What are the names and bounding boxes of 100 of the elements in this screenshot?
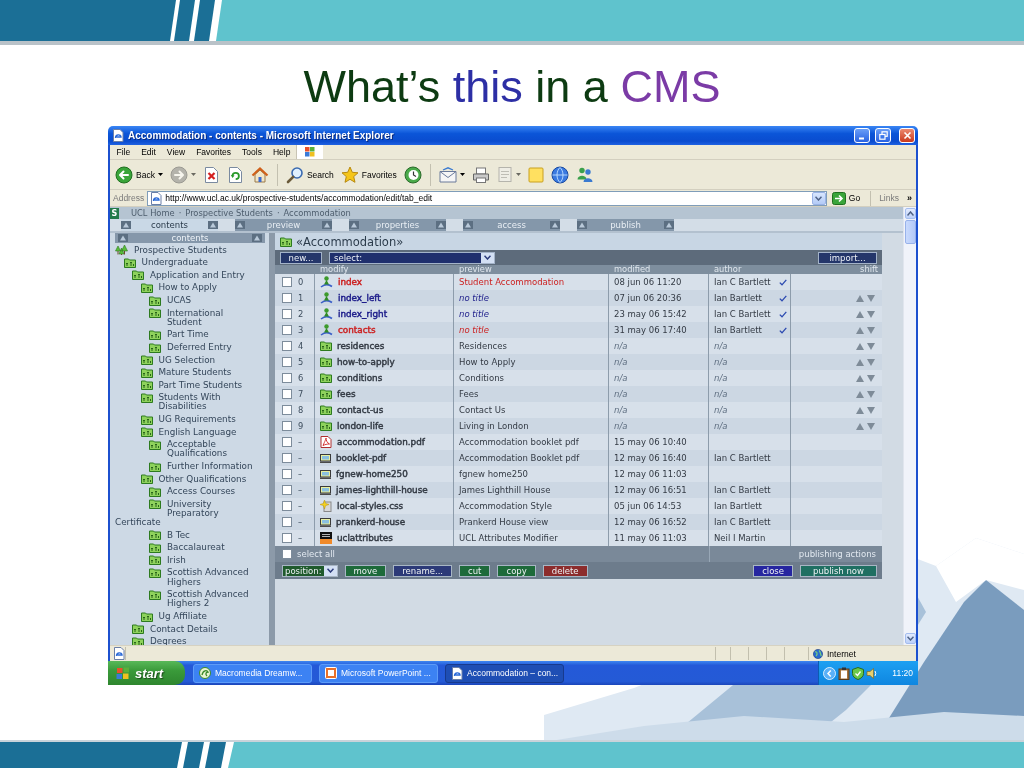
dropdown-button[interactable] [811, 191, 826, 205]
down-arrow-icon[interactable] [867, 374, 875, 382]
item-link[interactable]: uclattributes [337, 533, 393, 543]
shield-icon[interactable] [852, 666, 864, 680]
close-button[interactable] [899, 128, 915, 143]
tree-item[interactable]: UCAS [115, 294, 257, 307]
checkbox[interactable] [282, 533, 292, 543]
menu-item[interactable]: Edit [135, 145, 162, 159]
down-arrow-icon[interactable] [867, 310, 875, 318]
address-field[interactable]: http://www.ucl.ac.uk/prospective-students/accommodation/edit/tab_edit [147, 190, 827, 206]
down-arrow-icon[interactable] [867, 422, 875, 430]
checkbox[interactable] [282, 549, 292, 559]
tree-item[interactable]: University Preparatory Certificate [115, 498, 257, 529]
action-button[interactable]: cut [459, 564, 491, 577]
checkbox[interactable] [282, 357, 292, 367]
checkbox[interactable] [282, 453, 292, 463]
minimize-button[interactable] [854, 128, 870, 143]
restore-button[interactable] [875, 128, 891, 143]
item-link[interactable]: fees [337, 389, 356, 399]
checkbox[interactable] [282, 309, 292, 319]
tree-item[interactable]: Prospective Students [115, 244, 257, 257]
tree-item[interactable]: How to Apply [115, 281, 257, 295]
checkbox[interactable] [282, 485, 292, 495]
tree-item[interactable]: Application and Entry [115, 269, 257, 282]
tree-item[interactable]: Further Information [115, 460, 257, 473]
item-link[interactable]: index_right [338, 309, 388, 319]
import-button[interactable]: import... [818, 251, 877, 264]
checkbox[interactable] [282, 341, 292, 351]
menu-item[interactable]: File [111, 145, 136, 159]
item-link[interactable]: how-to-apply [337, 357, 395, 367]
up-arrow-icon[interactable] [856, 406, 864, 414]
up-arrow-icon[interactable] [856, 326, 864, 334]
checkbox[interactable] [282, 501, 292, 511]
menu-item[interactable]: Help [267, 145, 296, 159]
scrollbar-track[interactable] [903, 207, 916, 645]
tree-item[interactable]: UG Requirements [115, 413, 257, 426]
item-link[interactable]: accommodation.pdf [337, 437, 425, 447]
taskbar-button[interactable]: Accommodation – con... [445, 663, 564, 683]
item-link[interactable]: james-lighthill-house [336, 485, 428, 495]
site-logo[interactable]: S [110, 207, 119, 219]
scroll-thumb[interactable] [904, 220, 916, 244]
up-arrow-icon[interactable] [856, 294, 864, 302]
scroll-down-button[interactable] [904, 633, 916, 644]
item-link[interactable]: conditions [337, 373, 383, 383]
tree-item[interactable]: International Student [115, 306, 257, 329]
favorites-button[interactable]: Favorites [337, 162, 400, 187]
tree-item[interactable]: B Tec [115, 529, 257, 542]
start-button[interactable]: start [108, 661, 185, 685]
checkbox[interactable] [282, 421, 292, 431]
menu-item[interactable]: View [161, 145, 191, 159]
checkbox[interactable] [282, 469, 292, 479]
go-button[interactable]: Go [829, 190, 872, 206]
tree-item[interactable]: Ug Affiliate [115, 610, 257, 623]
menu-item[interactable]: Tools [236, 145, 268, 159]
taskbar-button[interactable]: Microsoft PowerPoint ... [319, 663, 438, 683]
publish-button[interactable]: close [753, 564, 794, 577]
action-button[interactable]: rename... [393, 564, 453, 577]
breadcrumb-link[interactable]: Accommodation [283, 208, 351, 218]
down-arrow-icon[interactable] [867, 390, 875, 398]
publish-button[interactable]: publish now [800, 564, 877, 577]
tree-item[interactable]: Students With Disabilities [115, 391, 257, 414]
position-select[interactable]: position: [282, 564, 338, 577]
tree-item[interactable]: Access Courses [115, 485, 257, 498]
item-link[interactable]: local-styles.css [337, 501, 404, 511]
checkbox[interactable] [282, 389, 292, 399]
up-arrow-icon[interactable] [856, 358, 864, 366]
tree-item[interactable]: Undergraduate [115, 256, 257, 270]
scroll-up-button[interactable] [904, 208, 916, 219]
item-link[interactable]: index [338, 277, 363, 287]
item-link[interactable]: contact-us [337, 405, 384, 415]
tab[interactable]: contents [121, 219, 218, 231]
checkbox[interactable] [282, 373, 292, 383]
down-arrow-icon[interactable] [867, 406, 875, 414]
taskbar-button[interactable]: Macromedia Dreamw... [193, 663, 312, 683]
action-button[interactable]: delete [542, 564, 588, 577]
menu-item[interactable]: Favorites [190, 145, 237, 159]
tree-item[interactable]: UG Selection [115, 353, 257, 367]
item-link[interactable]: contacts [338, 325, 376, 335]
links-button[interactable]: Links [874, 190, 902, 206]
tree-item[interactable]: Other Qualifications [115, 472, 257, 486]
tree-item[interactable]: Mature Students [115, 366, 257, 379]
item-link[interactable]: booklet-pdf [336, 453, 387, 463]
up-arrow-icon[interactable] [856, 342, 864, 350]
clipboard-icon[interactable] [838, 666, 850, 680]
new-button[interactable]: new... [280, 251, 322, 264]
item-link[interactable]: prankerd-house [336, 517, 406, 527]
item-link[interactable]: residences [337, 341, 385, 351]
checkbox[interactable] [282, 277, 292, 287]
action-button[interactable]: move [344, 564, 387, 577]
up-arrow-icon[interactable] [856, 390, 864, 398]
item-link[interactable]: london-life [337, 421, 384, 431]
action-button[interactable]: copy [497, 564, 536, 577]
tree-item[interactable]: Acceptable Qualifications [115, 438, 257, 461]
tree-item[interactable]: Scottish Advanced Highers [115, 566, 257, 589]
breadcrumb-link[interactable]: Prospective Students [185, 208, 273, 218]
back-button[interactable]: Back [112, 162, 166, 187]
up-arrow-icon[interactable] [856, 374, 864, 382]
checkbox[interactable] [282, 325, 292, 335]
checkbox[interactable] [282, 405, 292, 415]
tree-item[interactable]: Part Time Students [115, 379, 257, 392]
